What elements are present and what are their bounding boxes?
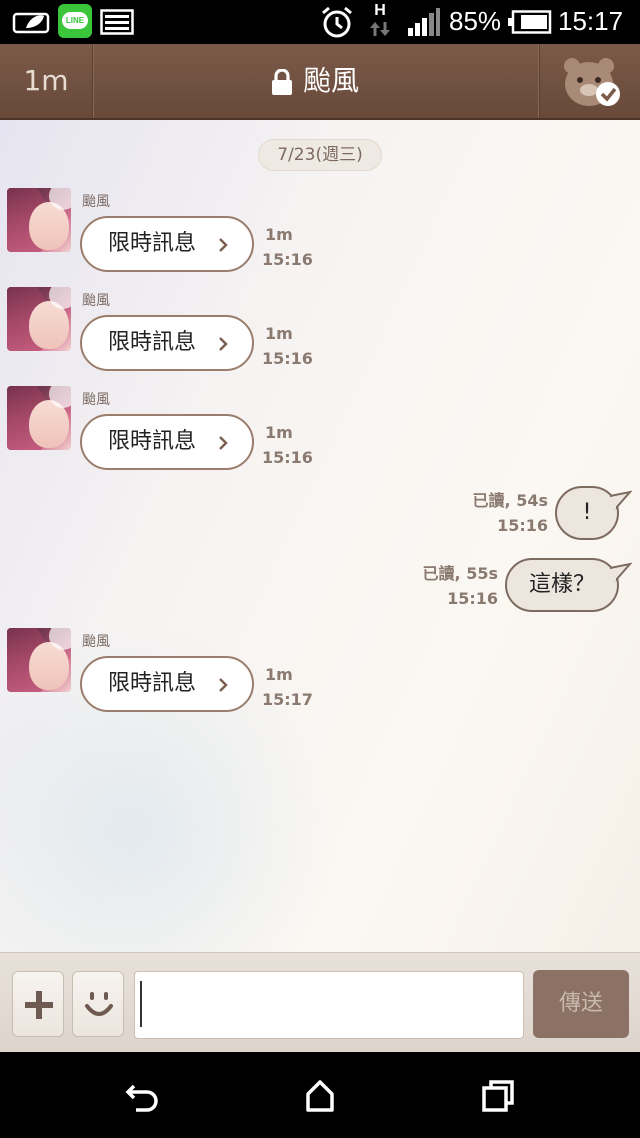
message-text: 限時訊息 (108, 671, 197, 696)
timer-button[interactable]: 1m (0, 44, 93, 118)
outgoing-message-bubble[interactable]: 這樣？ (505, 558, 619, 612)
chevron-right-icon (219, 238, 228, 252)
message-meta: 1m 15:17 (262, 662, 313, 712)
message-time: 15:16 (262, 250, 313, 269)
image-icon (100, 9, 134, 35)
message-timer: 1m (265, 324, 293, 343)
network-type: H (368, 2, 392, 42)
lock-icon (271, 69, 292, 95)
battery-percent: 85% (449, 6, 502, 36)
timed-message-bubble[interactable]: 限時訊息 (80, 315, 254, 371)
message-meta: 已讀, 55s 15:16 (423, 561, 498, 611)
chat-area[interactable]: 7/23(週三) 颱風 限時訊息 1m 15:16 颱風 限時訊息 1m 15:… (0, 120, 640, 952)
timed-message-bubble[interactable]: 限時訊息 (80, 656, 254, 712)
message-meta: 已讀, 54s 15:16 (473, 488, 548, 538)
sender-name: 颱風 (82, 392, 110, 408)
status-bar: LINE H 85% 15:17 (0, 0, 640, 44)
back-icon[interactable] (122, 1076, 162, 1116)
read-status: 已讀, 55s (422, 564, 498, 583)
sender-name: 颱風 (82, 293, 110, 309)
text-cursor (140, 981, 142, 1027)
bear-check-icon (564, 58, 620, 106)
friend-menu-button[interactable] (539, 44, 640, 118)
read-status: 已讀, 54s (472, 491, 548, 510)
sender-name: 颱風 (82, 634, 110, 650)
message-time: 15:16 (262, 448, 313, 467)
message-meta: 1m 15:16 (262, 420, 313, 470)
message-input-bar: 傳送 (0, 952, 640, 1052)
date-separator: 7/23(週三) (258, 139, 382, 171)
sticker-button[interactable] (72, 971, 124, 1037)
chevron-right-icon (219, 337, 228, 351)
message-text: ! (582, 500, 592, 525)
message-timer: 1m (265, 423, 293, 442)
sender-name: 颱風 (82, 194, 110, 210)
bubble-tail (610, 490, 632, 510)
alarm-icon (322, 6, 352, 38)
signal-icon (408, 8, 440, 36)
data-arrows-icon (370, 22, 390, 36)
smiley-icon (85, 992, 113, 1016)
chevron-right-icon (219, 436, 228, 450)
message-text: 這樣？ (528, 572, 595, 597)
message-meta: 1m 15:16 (262, 321, 313, 371)
timed-message-bubble[interactable]: 限時訊息 (80, 216, 254, 272)
avatar[interactable] (7, 628, 71, 692)
screen: LINE H 85% 15:17 1m 颱風 7/23(週三) 颱風 限時訊息 … (0, 0, 640, 1138)
avatar[interactable] (7, 287, 71, 351)
send-button[interactable]: 傳送 (533, 970, 629, 1038)
message-time: 15:16 (447, 589, 498, 608)
battery-icon (508, 10, 552, 34)
chat-title: 颱風 (302, 64, 359, 97)
home-icon[interactable] (300, 1076, 340, 1116)
recent-apps-icon[interactable] (478, 1076, 518, 1116)
message-text: 限時訊息 (108, 330, 197, 355)
bubble-tail (610, 562, 632, 582)
message-input[interactable] (134, 971, 524, 1039)
avatar[interactable] (7, 386, 71, 450)
chevron-right-icon (219, 678, 228, 692)
chat-title-area: 颱風 (92, 44, 538, 118)
message-text: 限時訊息 (108, 231, 197, 256)
leaf-icon (12, 12, 50, 34)
line-app-icon: LINE (58, 4, 92, 38)
message-text: 限時訊息 (108, 429, 197, 454)
chat-header: 1m 颱風 (0, 44, 640, 120)
plus-icon (25, 991, 53, 1019)
message-timer: 1m (265, 665, 293, 684)
avatar[interactable] (7, 188, 71, 252)
message-time: 15:16 (497, 516, 548, 535)
message-meta: 1m 15:16 (262, 222, 313, 272)
system-nav-bar (0, 1052, 640, 1138)
timed-message-bubble[interactable]: 限時訊息 (80, 414, 254, 470)
message-timer: 1m (265, 225, 293, 244)
attach-button[interactable] (12, 971, 64, 1037)
clock: 15:17 (558, 6, 624, 36)
message-time: 15:16 (262, 349, 313, 368)
message-time: 15:17 (262, 690, 313, 709)
